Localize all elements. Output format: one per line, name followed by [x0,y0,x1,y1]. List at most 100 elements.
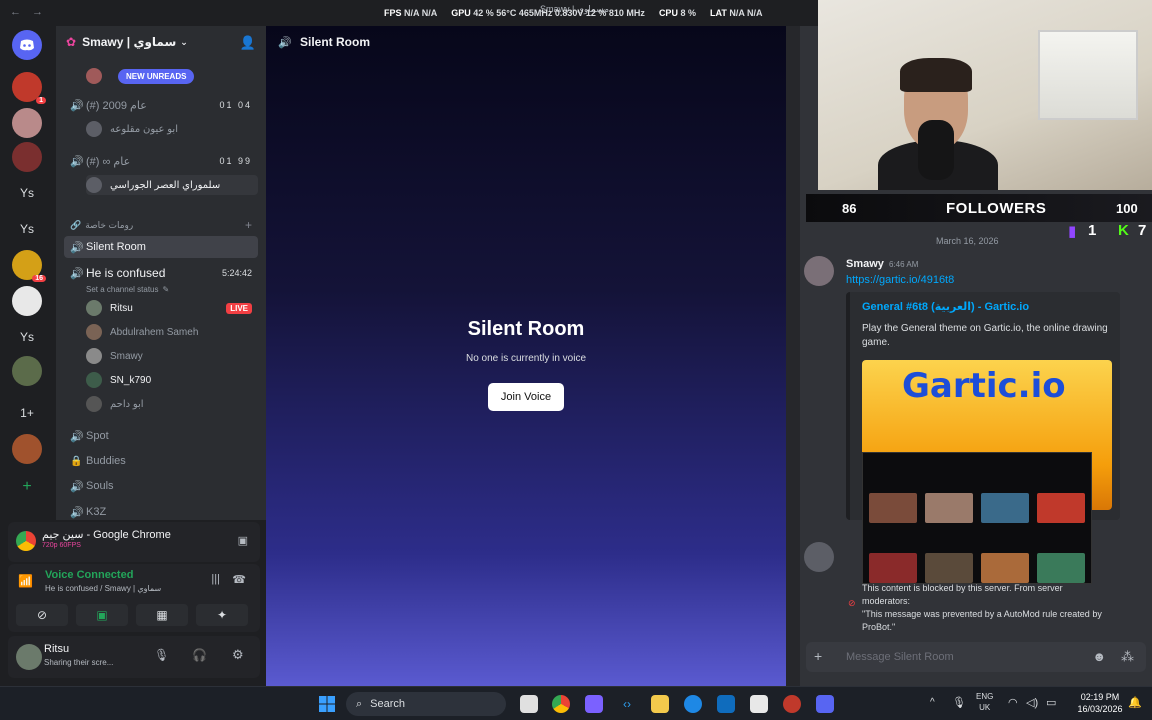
voice-panel: 📶 Voice Connected He is confused / Smawy… [8,564,260,632]
server-folder[interactable]: 1+ [12,398,42,428]
new-unreads-pill[interactable]: NEW UNREADS [118,69,195,84]
speaker-icon: 🔊 [70,480,84,493]
thumbnail-tile [925,493,973,523]
channel-silent-room[interactable]: 🔊 Silent Room [64,236,258,258]
camera-off-button[interactable]: ⊘ [16,604,68,626]
voice-location[interactable]: He is confused / Smawy | سماوي [45,584,161,593]
stat-lat: LAT N/A N/A [709,8,763,18]
emoji-icon[interactable]: ☻ [1092,649,1106,664]
server-icon-7[interactable] [12,434,42,464]
channel-k3z[interactable]: 🔊 K3Z [64,501,258,520]
camera-off-icon: ⊘ [36,608,48,622]
disconnect-icon[interactable]: ☎ [232,573,246,586]
add-server-icon[interactable]: + [12,472,42,502]
voice-channel-icon: 🔊 [70,99,84,112]
server-ys-2[interactable]: Ys [12,214,42,244]
taskbar-search[interactable]: ⌕ Search [346,692,506,716]
wifi-icon[interactable]: ◠ [1008,696,1018,709]
channel-buddies[interactable]: 🔒 Buddies [64,450,258,472]
channel-timer: 5:24:42 [221,268,252,278]
code-icon[interactable]: ‹› [618,695,636,713]
outlook-icon[interactable] [717,695,735,713]
invite-user-icon[interactable]: 👤 [240,35,256,51]
channel-counter: 01 04 [219,100,252,110]
discord-taskbar-icon[interactable] [816,695,834,713]
soundboard-icon: ✦ [216,608,228,622]
channel-2009[interactable]: 🔊 (#) 2009 عام 01 04 [64,94,258,116]
voice-user[interactable]: سلموراي العصر الجوراسي [86,175,258,195]
tray-chevron-icon[interactable]: ^ [930,697,935,708]
windows-taskbar: ⌕ Search ‹› ^ 🎙 ENG UK ◠ ◁) ▭ 02:19 PM 16… [0,686,1152,720]
stream-panel[interactable]: سين جيم - Google Chrome 720p 60FPS ▣ [8,522,260,562]
server-icon-5[interactable] [12,286,42,316]
server-icon-3[interactable] [12,142,42,172]
activities-button[interactable]: ▦ [136,604,188,626]
server-icon-2[interactable] [12,108,42,138]
message-link[interactable]: https://gartic.io/4916t8 [846,274,954,286]
avatar [86,300,102,316]
main-header: 🔊 Silent Room [266,26,786,58]
automod-line: "This message was prevented by a AutoMod… [862,609,1102,632]
category-private[interactable]: 🔗 رومات خاصة + [64,214,258,236]
avatar[interactable] [804,256,834,286]
apps-icon[interactable]: ⁂ [1121,649,1134,665]
channel-souls[interactable]: 🔊 Souls [64,475,258,497]
voice-user[interactable]: Smawy [86,346,258,366]
channel-status-row[interactable]: Set a channel status ✎ [86,279,258,299]
battery-icon[interactable]: ▭ [1046,696,1056,709]
headphones-icon[interactable]: 🎧 [192,648,207,662]
server-ys-3[interactable]: Ys [12,322,42,352]
soundboard-button[interactable]: ✦ [196,604,248,626]
windows-start-icon[interactable] [318,695,336,713]
user-name[interactable]: Ritsu [44,643,69,655]
user-status: Sharing their scre... [44,658,114,667]
chrome-icon[interactable] [552,695,570,713]
server-icon-6[interactable] [12,356,42,386]
voice-user-ritsu[interactable]: Ritsu LIVE [86,298,258,318]
app-icon[interactable] [783,695,801,713]
link-icon: 🔗 [70,219,82,230]
channel-spot[interactable]: 🔊 Spot [64,425,258,447]
screen-share-button[interactable]: ▣ [76,604,128,626]
nav-arrows[interactable]: ← → [10,6,47,18]
notification-bell-icon[interactable]: 🔔 [1128,696,1142,709]
voice-user[interactable]: SN_k790 [86,370,258,390]
add-attachment-icon[interactable]: + [814,648,822,664]
language-indicator[interactable]: ENG UK [976,691,993,713]
server-name: Smawy | سماوي [82,35,177,49]
stat-gpu: GPU 42 % 56°C 465MHz 0.830V 12 % 810 MHz [451,8,645,18]
automod-line: moderators: [862,596,911,606]
embed-title[interactable]: General #6t8 (العربية) - Gartic.io [862,300,1029,313]
discord-home-icon[interactable] [12,30,42,60]
server-icon-1[interactable]: 1 [12,72,46,104]
chat-toggle-strip[interactable] [786,26,800,686]
add-channel-icon[interactable]: + [245,218,252,232]
avatar [86,121,102,137]
voice-user[interactable]: ابو داحم [86,394,258,414]
voice-user[interactable]: ابو عيون مقلوعه [86,119,258,139]
server-icon-4[interactable]: 16 [12,250,46,282]
server-header[interactable]: ✿ Smawy | سماوي ⌄ 👤 [56,26,266,58]
avatar[interactable] [804,542,834,572]
stream-thumbnail[interactable] [862,452,1092,584]
volume-icon[interactable]: ◁) [1026,696,1038,709]
avatar[interactable] [16,644,42,670]
voice-user[interactable]: Abdulrahem Sameh [86,322,258,342]
taskbar-clock[interactable]: 02:19 PM 16/03/2026 [1072,691,1128,715]
message-input[interactable]: + Message Silent Room ☻ ⁂ [806,642,1146,672]
microphone-icon[interactable]: 🎙 [154,648,169,662]
task-view-icon[interactable] [520,695,538,713]
copilot-icon[interactable] [585,695,603,713]
file-explorer-icon[interactable] [651,695,669,713]
store-icon[interactable] [750,695,768,713]
message-author[interactable]: Smawy [846,258,884,270]
category-name: رومات خاصة [85,219,134,230]
channel-infinity[interactable]: 🔊 (#) ∞ عام 01 99 [64,150,258,172]
noise-suppression-icon[interactable]: ||| [211,573,220,585]
tray-mic-icon[interactable]: 🎙 [952,696,966,709]
edge-icon[interactable] [684,695,702,713]
server-ys-1[interactable]: Ys [12,178,42,208]
join-voice-button[interactable]: Join Voice [488,383,564,411]
stop-stream-icon[interactable]: ▣ [238,534,248,547]
gear-icon[interactable]: ⚙ [232,647,244,663]
